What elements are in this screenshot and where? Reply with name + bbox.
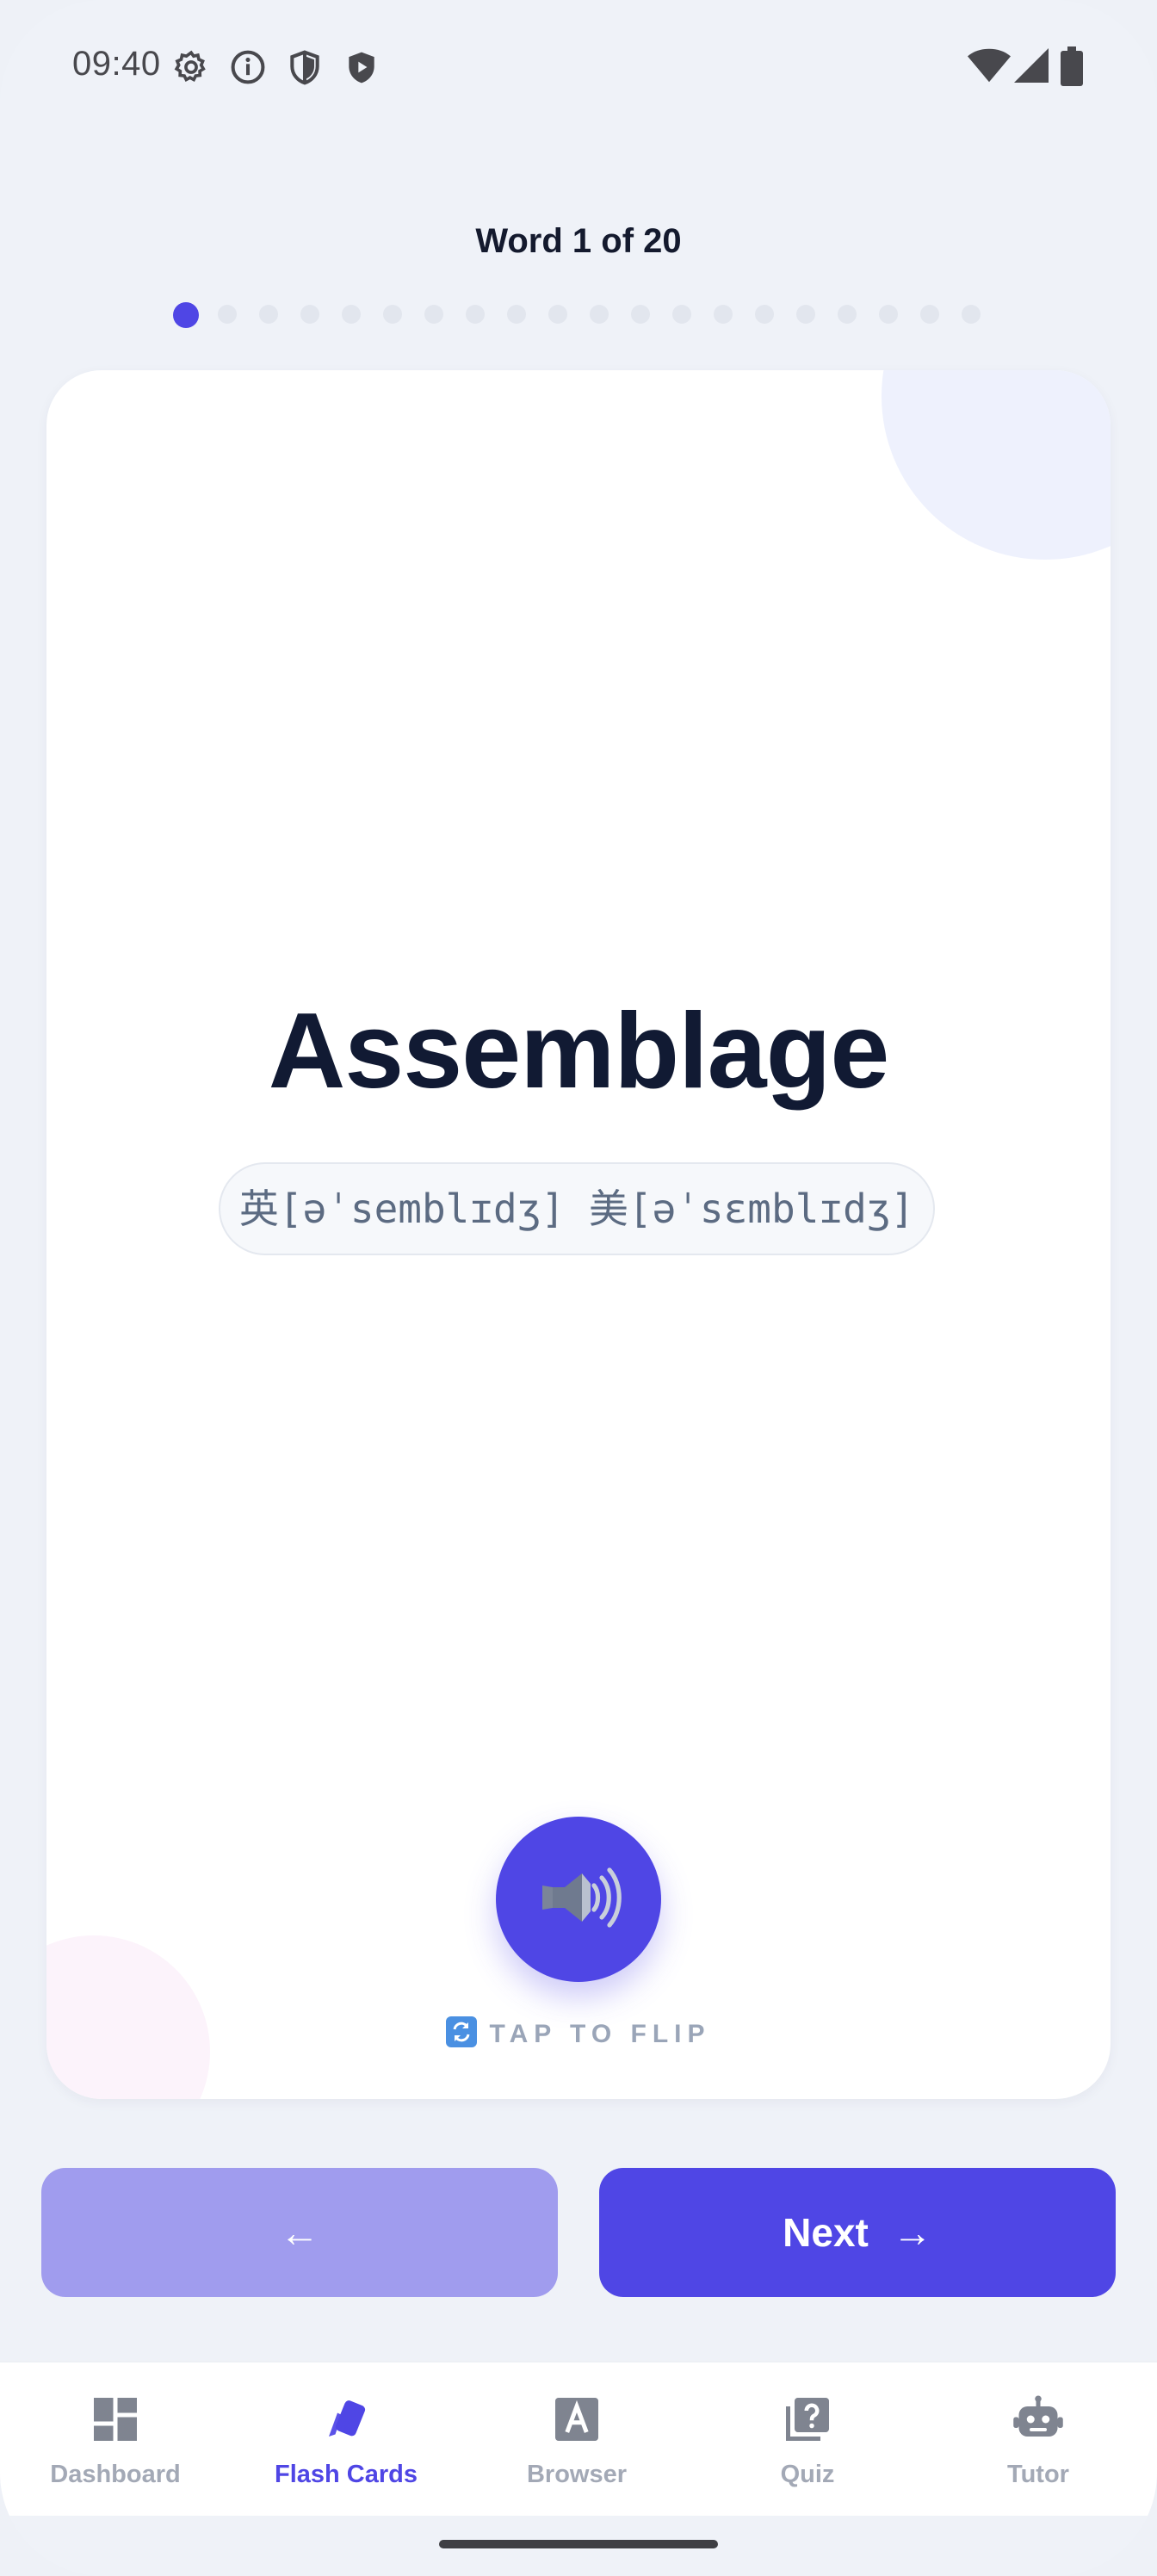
info-icon: [229, 48, 267, 86]
progress-dot: [838, 305, 857, 324]
progress-dot: [259, 305, 278, 324]
flip-icon: [446, 2016, 478, 2047]
arrow-right-icon: →: [892, 2210, 932, 2255]
previous-arrow: ←: [280, 2210, 319, 2255]
home-indicator[interactable]: [439, 2540, 718, 2548]
next-button[interactable]: Next →: [599, 2168, 1116, 2297]
progress-dot: [796, 305, 815, 324]
nav-label: Flash Cards: [275, 2461, 418, 2488]
progress-dot: [466, 305, 485, 324]
browser-icon: [551, 2393, 603, 2445]
progress-dots: [172, 300, 1033, 328]
progress-dot: [424, 305, 443, 324]
progress-title: Word 1 of 20: [475, 222, 682, 260]
next-button-label: Next: [783, 2210, 869, 2255]
card-decoration: [882, 370, 1111, 560]
nav-item-tutor[interactable]: Tutor: [923, 2362, 1154, 2516]
progress-dot: [920, 305, 939, 324]
quiz-icon: [782, 2393, 833, 2445]
progress-dot-active: [173, 302, 199, 328]
phonetic-badge: 英[əˈsemblɪdʒ] 美[əˈsɛmblɪdʒ]: [219, 1162, 935, 1255]
status-bar: 09:40: [0, 0, 1157, 138]
dashboard-icon: [90, 2393, 141, 2445]
progress-dot: [962, 305, 981, 324]
progress-dot: [672, 305, 691, 324]
progress-dot: [548, 305, 567, 324]
nav-item-flash-cards[interactable]: Flash Cards: [231, 2362, 461, 2516]
progress-dot: [383, 305, 402, 324]
nav-item-browser[interactable]: Browser: [461, 2362, 692, 2516]
tutor-icon: [1012, 2393, 1064, 2445]
progress-dot: [755, 305, 774, 324]
progress-dot: [218, 305, 237, 324]
flip-hint: TAP TO FLIP: [46, 2016, 1111, 2049]
flash-card[interactable]: Assemblage 英[əˈsemblɪdʒ] 美[əˈsɛmblɪdʒ] T…: [46, 370, 1111, 2099]
flash-cards-icon: [320, 2393, 372, 2445]
nav-item-quiz[interactable]: Quiz: [692, 2362, 923, 2516]
phone-screen: 09:40 Word 1 of 20 Assemblage 英[əˈsemblɪ…: [0, 0, 1157, 2576]
play-shield-icon: [343, 48, 381, 86]
nav-label: Dashboard: [50, 2461, 181, 2488]
speaker-icon: [535, 1855, 622, 1945]
previous-button[interactable]: ←: [41, 2168, 558, 2297]
progress-dot: [714, 305, 733, 324]
card-word: Assemblage: [268, 992, 890, 1111]
nav-label: Tutor: [1007, 2461, 1069, 2488]
bottom-nav: Dashboard Flash Cards Browser Quiz Tutor: [0, 2361, 1157, 2516]
nav-label: Browser: [526, 2461, 628, 2488]
speak-button[interactable]: [496, 1817, 661, 1982]
progress-dot: [631, 305, 650, 324]
progress-dot: [879, 305, 898, 324]
signal-icon: [1014, 48, 1049, 83]
progress-dot: [342, 305, 361, 324]
wifi-icon: [968, 46, 1011, 84]
progress-dot: [590, 305, 609, 324]
progress-dot: [507, 305, 526, 324]
gear-icon: [172, 48, 210, 86]
nav-item-dashboard[interactable]: Dashboard: [0, 2362, 231, 2516]
nav-label: Quiz: [780, 2461, 835, 2488]
shield-icon: [286, 48, 324, 86]
flip-hint-label: TAP TO FLIP: [489, 2020, 711, 2048]
battery-icon: [1061, 46, 1083, 86]
status-time: 09:40: [72, 45, 161, 83]
progress-dot: [300, 305, 319, 324]
